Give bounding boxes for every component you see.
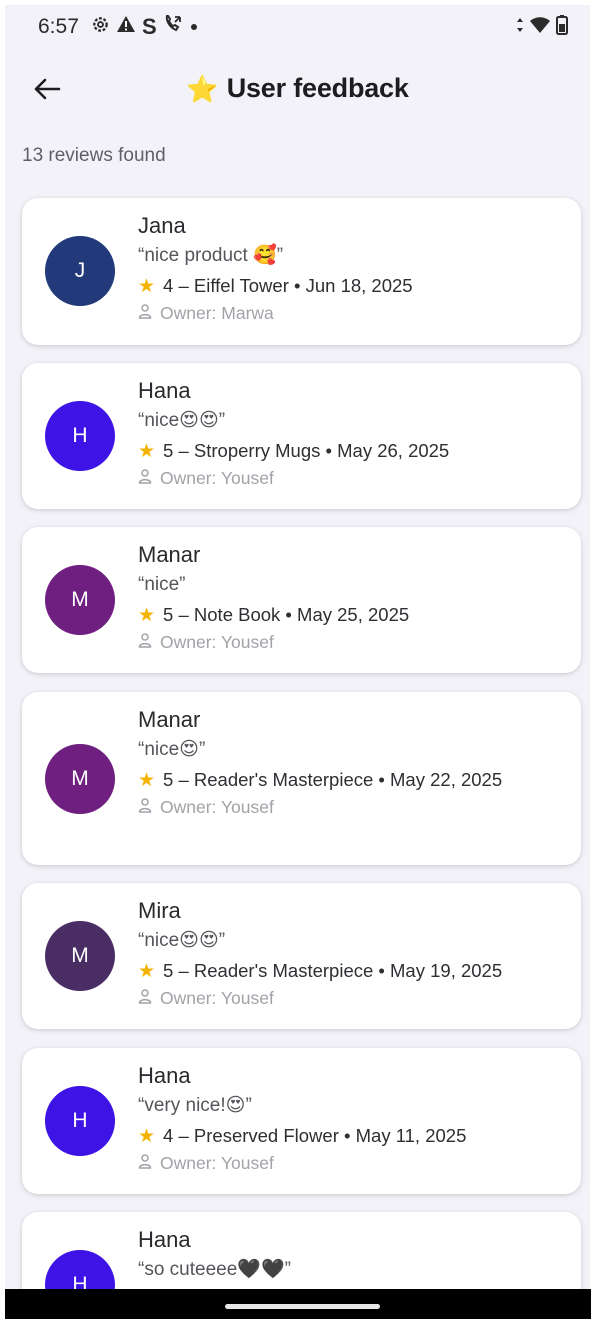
review-content: Hana “very nice!😍” ★ 4 – Preserved Flower… — [138, 1062, 558, 1174]
page-title: ⭐ User feedback — [5, 73, 590, 104]
owner-text: Owner: Yousef — [160, 988, 274, 1008]
owner-text: Owner: Marwa — [160, 303, 274, 323]
system-navigation-bar — [5, 1289, 591, 1319]
avatar: H — [45, 1086, 115, 1156]
status-notification-icons: S — [91, 14, 199, 40]
review-content: Manar “nice” ★ 5 – Note Book • May 25, 20… — [138, 541, 558, 653]
person-icon — [138, 302, 152, 324]
phone-call-icon — [163, 14, 183, 40]
star-icon: ★ — [138, 605, 156, 626]
reviewer-name: Manar — [138, 542, 201, 567]
review-comment: “very nice!😍” — [138, 1095, 252, 1116]
owner-line: Owner: Yousef — [138, 467, 558, 489]
star-icon: ★ — [138, 770, 156, 791]
review-content: Jana “nice product 🥰” ★ 4 – Eiffel Tower … — [138, 212, 558, 324]
status-time: 6:57 — [38, 15, 79, 38]
owner-text: Owner: Yousef — [160, 797, 274, 817]
review-comment: “nice” — [138, 574, 186, 595]
avatar: J — [45, 236, 115, 306]
review-meta-text: 4 – Eiffel Tower • Jun 18, 2025 — [163, 275, 413, 296]
app-screen: 6:57 S ⭐ User feedback 13 reviews found … — [5, 5, 590, 1295]
review-card[interactable]: M Mira “nice😍😍” ★ 5 – Reader's Masterpiec… — [22, 883, 581, 1029]
owner-line: Owner: Yousef — [138, 796, 558, 818]
warning-icon — [116, 15, 136, 39]
status-system-icons — [516, 15, 568, 40]
review-content: Manar “nice😍” ★ 5 – Reader's Masterpiece … — [138, 706, 558, 818]
avatar: M — [45, 744, 115, 814]
dot-icon — [189, 16, 199, 38]
person-icon — [138, 796, 152, 818]
avatar: M — [45, 565, 115, 635]
person-icon — [138, 987, 152, 1009]
review-meta: ★ 5 – Reader's Masterpiece • May 19, 2025 — [138, 958, 558, 985]
data-arrows-icon — [516, 17, 524, 38]
owner-text: Owner: Yousef — [160, 1153, 274, 1173]
review-meta-text: 5 – Reader's Masterpiece • May 19, 2025 — [163, 960, 503, 981]
review-meta: ★ 5 – Stroperry Mugs • May 26, 2025 — [138, 438, 558, 465]
review-card[interactable]: H Hana “so cuteeee🖤🖤” — [22, 1212, 581, 1295]
review-content: Mira “nice😍😍” ★ 5 – Reader's Masterpiece … — [138, 897, 558, 1009]
app-bar: ⭐ User feedback — [5, 61, 590, 121]
review-meta-text: 5 – Note Book • May 25, 2025 — [163, 604, 410, 625]
review-card[interactable]: M Manar “nice” ★ 5 – Note Book • May 25, … — [22, 527, 581, 673]
review-card[interactable]: H Hana “nice😍😍” ★ 5 – Stroperry Mugs • Ma… — [22, 363, 581, 509]
owner-line: Owner: Yousef — [138, 1152, 558, 1174]
review-comment: “nice😍😍” — [138, 410, 226, 431]
review-comment: “nice product 🥰” — [138, 245, 284, 266]
page-title-text: User feedback — [226, 73, 409, 103]
review-meta-text: 5 – Stroperry Mugs • May 26, 2025 — [163, 440, 450, 461]
battery-icon — [556, 15, 568, 40]
results-count: 13 reviews found — [22, 145, 166, 166]
star-icon: ⭐ — [186, 73, 219, 104]
reviewer-name: Mira — [138, 898, 181, 923]
review-comment: “nice😍” — [138, 739, 206, 760]
review-comment: “so cuteeee🖤🖤” — [138, 1259, 291, 1280]
review-content: Hana “nice😍😍” ★ 5 – Stroperry Mugs • May … — [138, 377, 558, 489]
review-meta: ★ 5 – Reader's Masterpiece • May 22, 2025 — [138, 767, 518, 794]
person-icon — [138, 1152, 152, 1174]
review-card[interactable]: J Jana “nice product 🥰” ★ 4 – Eiffel Towe… — [22, 198, 581, 345]
status-bar: 6:57 S — [5, 5, 590, 49]
reviewer-name: Hana — [138, 378, 191, 403]
review-meta: ★ 4 – Eiffel Tower • Jun 18, 2025 — [138, 273, 558, 300]
review-meta: ★ 5 – Note Book • May 25, 2025 — [138, 602, 558, 629]
owner-line: Owner: Marwa — [138, 302, 558, 324]
home-indicator[interactable] — [225, 1304, 380, 1309]
avatar: H — [45, 401, 115, 471]
gear-icon — [91, 15, 110, 40]
person-icon — [138, 467, 152, 489]
star-icon: ★ — [138, 441, 156, 462]
wifi-icon — [530, 16, 550, 39]
reviewer-name: Jana — [138, 213, 186, 238]
owner-line: Owner: Yousef — [138, 987, 558, 1009]
star-icon: ★ — [138, 276, 156, 297]
person-icon — [138, 631, 152, 653]
reviewer-name: Manar — [138, 707, 201, 732]
reviewer-name: Hana — [138, 1227, 191, 1252]
review-meta-text: 5 – Reader's Masterpiece • May 22, 2025 — [163, 769, 503, 790]
review-card[interactable]: H Hana “very nice!😍” ★ 4 – Preserved Flow… — [22, 1048, 581, 1194]
owner-text: Owner: Yousef — [160, 632, 274, 652]
review-meta-text: 4 – Preserved Flower • May 11, 2025 — [163, 1125, 467, 1146]
review-meta: ★ 4 – Preserved Flower • May 11, 2025 — [138, 1123, 558, 1150]
avatar: M — [45, 921, 115, 991]
owner-line: Owner: Yousef — [138, 631, 558, 653]
owner-text: Owner: Yousef — [160, 468, 274, 488]
review-card[interactable]: M Manar “nice😍” ★ 5 – Reader's Masterpiec… — [22, 692, 581, 865]
review-content: Hana “so cuteeee🖤🖤” — [138, 1226, 558, 1283]
star-icon: ★ — [138, 1126, 156, 1147]
review-comment: “nice😍😍” — [138, 930, 226, 951]
s-app-icon: S — [142, 14, 157, 39]
star-icon: ★ — [138, 961, 156, 982]
reviewer-name: Hana — [138, 1063, 191, 1088]
